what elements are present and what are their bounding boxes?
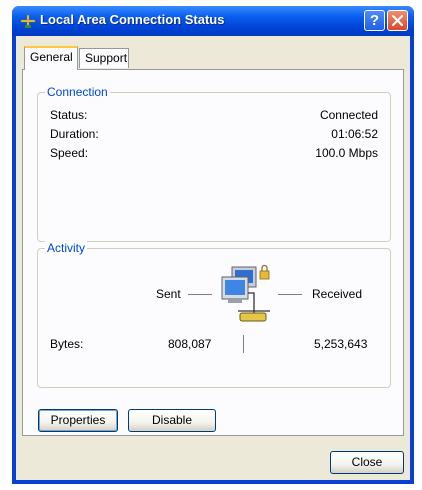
activity-group: Activity Sent Received Bytes: 808,087 5,… [37,241,391,388]
status-label: Status: [50,108,88,122]
activity-group-label: Activity [45,241,88,255]
dialog-body: General Support Connection Status: Conne… [16,36,410,480]
duration-label: Duration: [50,127,99,141]
bytes-sent-value: 808,087 [168,337,212,351]
window: Local Area Connection Status ? General S… [12,6,414,484]
duration-row: Duration: 01:06:52 [50,127,378,143]
received-divider-line [278,294,302,295]
help-icon: ? [369,12,380,29]
received-label: Received [312,287,363,301]
speed-value: 100.0 Mbps [315,146,378,160]
status-value: Connected [319,108,378,122]
title-bar[interactable]: Local Area Connection Status ? [12,6,414,36]
help-button[interactable]: ? [364,10,385,31]
status-row: Status: Connected [50,108,378,124]
speed-row: Speed: 100.0 Mbps [50,146,378,162]
speed-label: Speed: [50,146,89,160]
bytes-divider [243,335,244,353]
connection-group: Connection Status: Connected Duration: 0… [37,85,391,242]
tab-general[interactable]: General [24,46,78,70]
sent-divider-line [188,294,212,295]
tab-page-general: Connection Status: Connected Duration: 0… [22,69,404,436]
bytes-received-value: 5,253,643 [314,337,368,351]
network-connection-icon [20,14,36,28]
connection-group-label: Connection [45,85,110,99]
properties-button[interactable]: Properties [38,409,118,432]
sent-label: Sent [156,287,181,301]
network-activity-icon [221,264,270,322]
disable-button[interactable]: Disable [128,409,216,432]
close-icon [391,14,404,27]
close-button[interactable]: Close [330,451,404,474]
window-title: Local Area Connection Status [40,12,225,27]
close-window-button[interactable] [387,10,408,31]
bytes-label: Bytes: [50,337,84,351]
duration-value: 01:06:52 [331,127,378,141]
tab-support[interactable]: Support [79,48,129,68]
